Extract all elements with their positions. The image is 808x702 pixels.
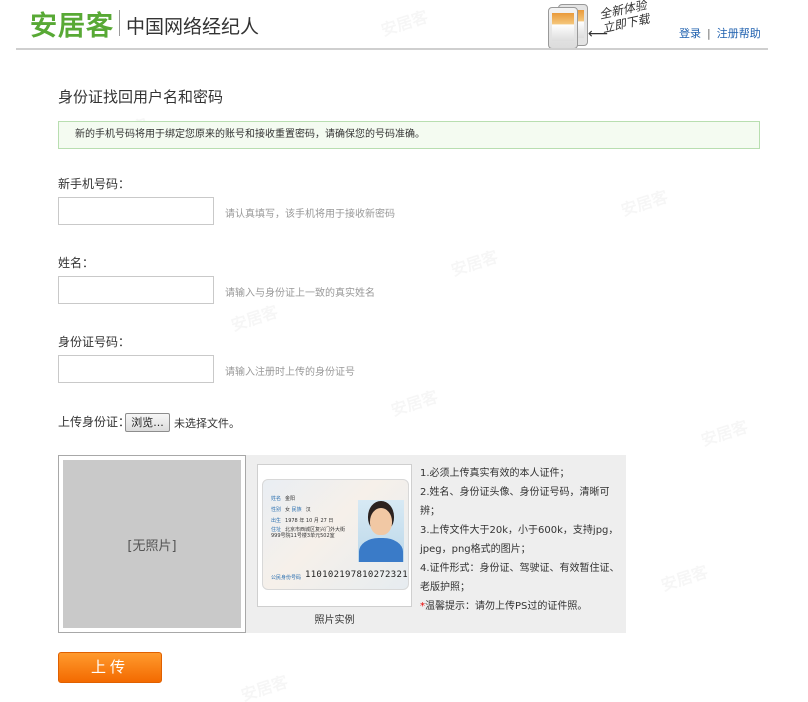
watermark: 安居客 xyxy=(387,383,440,421)
browse-button[interactable]: 浏览... xyxy=(125,413,170,432)
logo[interactable]: 安居客 xyxy=(30,4,114,43)
id-card-fields: 姓名 金阳 性别女 民族汉 出生 1978 年 10 月 27 日 住址 北京市西城区… xyxy=(271,496,346,539)
file-status: 未选择文件。 xyxy=(174,417,240,430)
link-separator: | xyxy=(707,27,711,40)
idnum-hint: 请输入注册时上传的身份证号 xyxy=(225,367,355,378)
sample-photo: 姓名 金阳 性别女 民族汉 出生 1978 年 10 月 27 日 住址 北京市西城区… xyxy=(257,464,412,607)
no-photo-placeholder: [无照片] xyxy=(63,460,241,628)
watermark: 安居客 xyxy=(237,668,290,702)
id-number: 110102197810272321 xyxy=(305,570,408,580)
watermark: 安居客 xyxy=(697,413,750,451)
id-number-label: 公民身份号码 xyxy=(271,575,302,581)
site-subtitle: 中国网络经纪人 xyxy=(126,16,260,38)
register-help-link[interactable]: 注册帮助 xyxy=(717,27,761,40)
name-label: 姓名： xyxy=(58,256,95,270)
rule-item: 3.上传文件大于20k，小于600k，支持jpg，jpeg，png格式的图片； xyxy=(420,525,619,555)
app-download-promo[interactable]: ⟵ 全新体验 立即下载 xyxy=(548,0,658,49)
header-divider xyxy=(16,48,768,50)
idnum-label: 身份证号码： xyxy=(58,335,131,349)
login-link[interactable]: 登录 xyxy=(679,27,701,40)
uploaded-photo-preview: [无照片] xyxy=(58,455,246,633)
header: 安居客 中国网络经纪人 ⟵ 全新体验 立即下载 登录 | 注册帮助 xyxy=(0,0,808,50)
watermark: 安居客 xyxy=(617,183,670,221)
name-input[interactable] xyxy=(58,276,214,304)
upload-button[interactable]: 上传 xyxy=(58,652,162,683)
rule-item: 4.证件形式：身份证、驾驶证、有效暂住证、老版护照； xyxy=(420,563,620,593)
idnum-input[interactable] xyxy=(58,355,214,383)
sample-caption: 照片实例 xyxy=(314,615,355,626)
top-links: 登录 | 注册帮助 xyxy=(679,25,761,41)
watermark: 安居客 xyxy=(227,298,280,336)
rule-item: 2.姓名、身份证头像、身份证号码，清晰可辨； xyxy=(420,487,610,517)
id-portrait xyxy=(358,500,404,562)
rule-tip: *温馨提示：请勿上传PS过的证件照。 xyxy=(420,601,588,612)
promo-text: 全新体验 立即下载 xyxy=(598,0,651,36)
phone-hint: 请认真填写，该手机将用于接收新密码 xyxy=(225,209,395,220)
rule-item: 1.必须上传真实有效的本人证件； xyxy=(420,468,570,479)
phone-input[interactable] xyxy=(58,197,214,225)
name-hint: 请输入与身份证上一致的真实姓名 xyxy=(225,288,375,299)
sample-id-card: 姓名 金阳 性别女 民族汉 出生 1978 年 10 月 27 日 住址 北京市西城区… xyxy=(262,479,409,590)
page-title: 身份证找回用户名和密码 xyxy=(58,88,224,106)
watermark: 安居客 xyxy=(657,558,710,596)
phone-icon xyxy=(548,7,578,49)
phone-label: 新手机号码： xyxy=(58,177,131,191)
notice-box: 新的手机号码将用于绑定您原来的账号和接收重置密码，请确保您的号码准确。 xyxy=(58,121,760,149)
logo-divider xyxy=(119,10,120,36)
upload-label: 上传身份证： xyxy=(58,415,131,429)
upload-rules: 1.必须上传真实有效的本人证件； 2.姓名、身份证头像、身份证号码，清晰可辨； … xyxy=(420,464,620,616)
watermark: 安居客 xyxy=(447,243,500,281)
